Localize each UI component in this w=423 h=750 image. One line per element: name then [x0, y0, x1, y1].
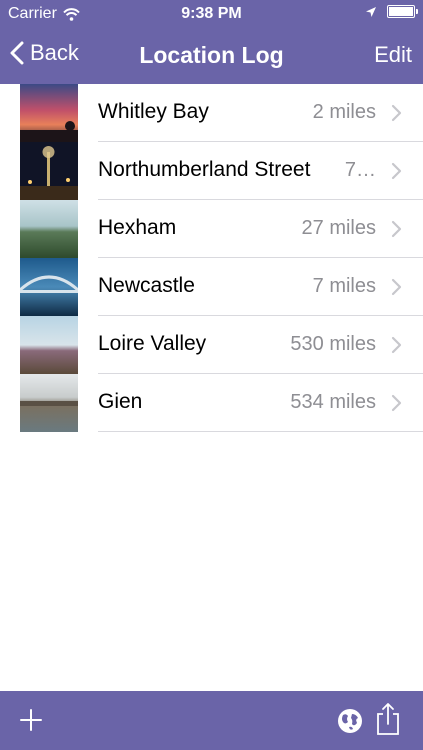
location-distance: 27 miles: [301, 217, 376, 239]
share-icon: [377, 703, 399, 735]
location-name: Northumberland Street: [98, 158, 311, 181]
location-row[interactable]: Whitley Bay 2 miles: [0, 84, 423, 142]
status-right-group: [365, 5, 418, 18]
location-row[interactable]: Loire Valley 530 miles: [0, 316, 423, 374]
location-thumbnail: [20, 316, 78, 374]
location-row[interactable]: Northumberland Street 7…: [0, 142, 423, 200]
chevron-right-icon: [391, 336, 402, 354]
add-icon: [20, 709, 42, 731]
location-thumbnail: [20, 84, 78, 142]
chevron-right-icon: [391, 104, 402, 122]
location-row[interactable]: Gien 534 miles: [0, 374, 423, 432]
add-button[interactable]: [20, 709, 42, 736]
page-title: Location Log: [139, 42, 284, 68]
location-thumbnail: [20, 142, 78, 200]
chevron-right-icon: [391, 220, 402, 238]
chevron-right-icon: [391, 278, 402, 296]
location-distance: 7 miles: [312, 275, 376, 297]
location-thumbnail: [20, 374, 78, 432]
location-list: Whitley Bay 2 miles Northumberland Stree…: [0, 84, 423, 432]
battery-icon: [387, 5, 418, 18]
location-arrow-icon: [366, 6, 376, 17]
location-distance: 534 miles: [290, 391, 376, 413]
location-name: Whitley Bay: [98, 100, 209, 123]
share-button[interactable]: [375, 702, 401, 741]
edit-button[interactable]: Edit: [374, 42, 412, 68]
location-distance: 7…: [344, 159, 376, 181]
location-row[interactable]: Hexham 27 miles: [0, 200, 423, 258]
location-name: Hexham: [98, 216, 177, 239]
location-distance: 2 miles: [312, 101, 376, 123]
location-thumbnail: [20, 258, 78, 316]
location-distance: 530 miles: [290, 333, 376, 355]
globe-icon: [338, 709, 362, 733]
navigation-bar: Back Location Log Edit: [0, 28, 423, 84]
location-name: Gien: [98, 390, 143, 413]
chevron-right-icon: [391, 394, 402, 412]
map-button[interactable]: [336, 707, 364, 740]
status-time: 9:38 PM: [181, 5, 242, 22]
location-row[interactable]: Newcastle 7 miles: [0, 258, 423, 316]
location-name: Newcastle: [98, 274, 195, 297]
chevron-right-icon: [391, 162, 402, 180]
location-thumbnail: [20, 200, 78, 258]
bottom-toolbar: [0, 691, 423, 750]
location-name: Loire Valley: [98, 332, 207, 355]
status-bar: Carrier 9:38 PM: [0, 0, 423, 28]
